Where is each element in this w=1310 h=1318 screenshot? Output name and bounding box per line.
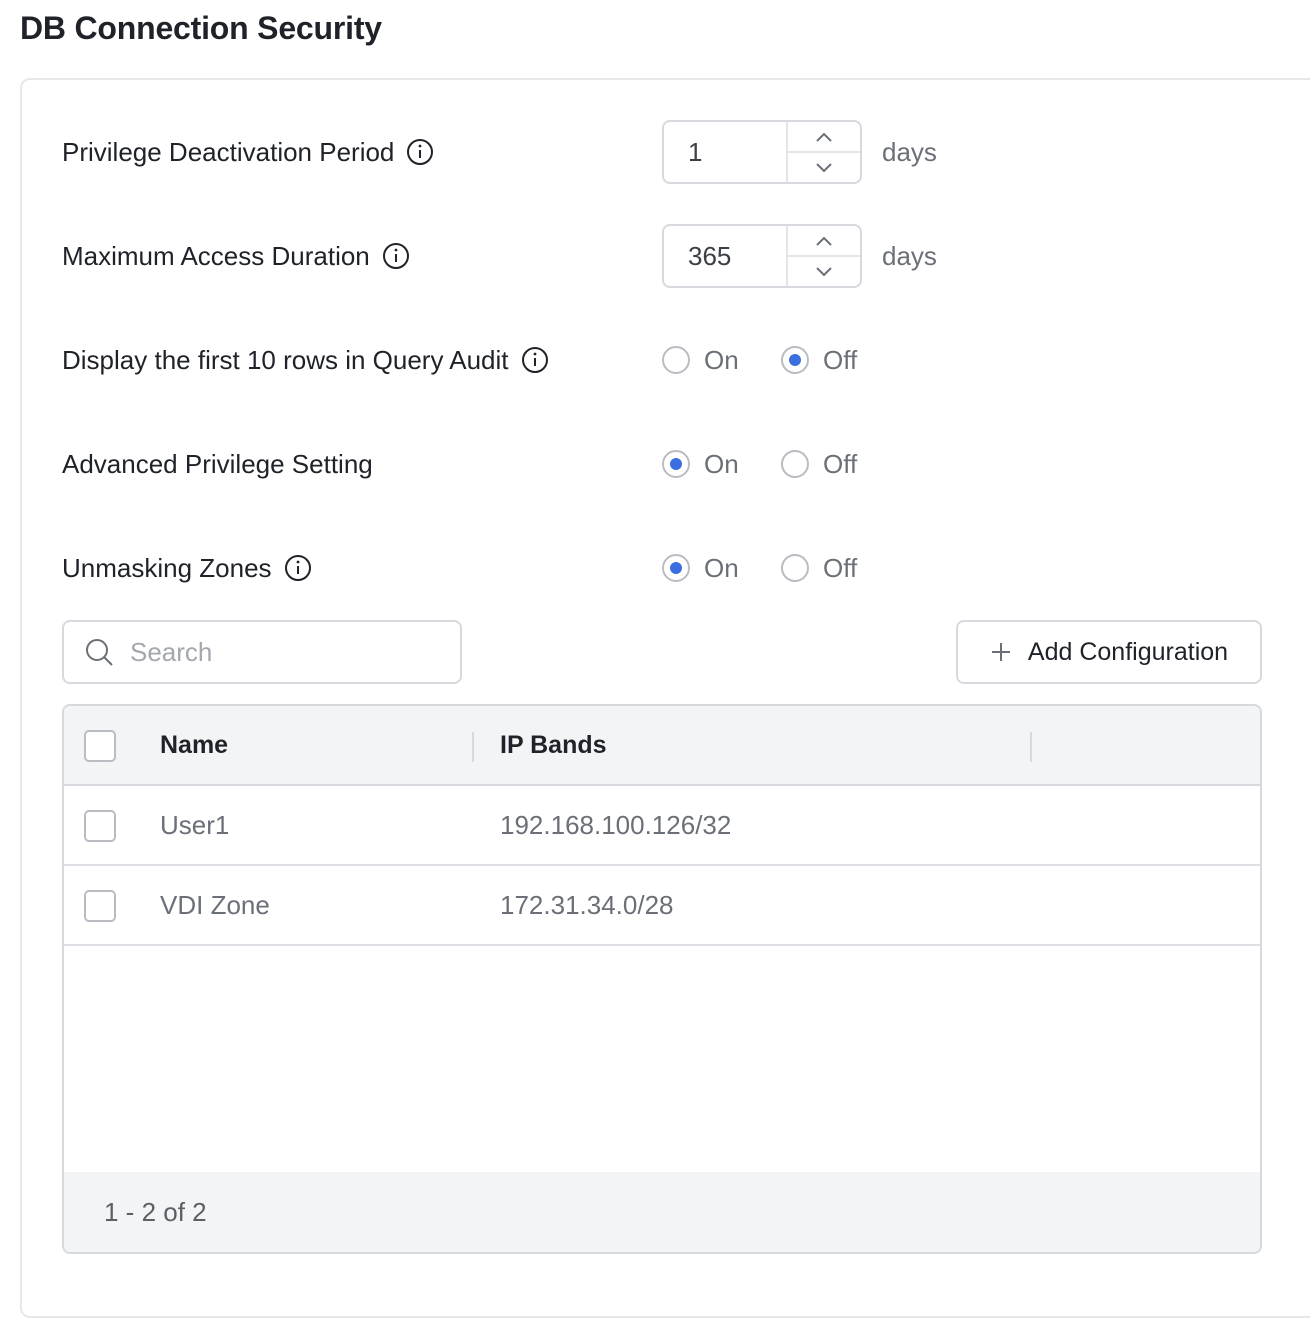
max-access-duration-row-label: Maximum Access Duration (62, 236, 410, 276)
page-title: DB Connection Security (20, 10, 382, 46)
query-audit-on-radio[interactable]: On (662, 342, 739, 378)
cell-name: VDI Zone (160, 889, 270, 920)
radio-label: On (704, 552, 739, 583)
unmasking-zones-row-label: Unmasking Zones (62, 548, 312, 588)
radio-circle[interactable] (662, 346, 690, 374)
search-box[interactable] (62, 620, 462, 684)
column-resize-handle[interactable] (1030, 732, 1032, 762)
radio-label: Off (823, 552, 858, 583)
column-header-name[interactable]: Name (160, 706, 228, 784)
info-icon[interactable] (521, 346, 549, 374)
row-checkbox[interactable] (84, 890, 116, 922)
privilege-deactivation-stepper[interactable]: 1 (662, 120, 862, 184)
radio-label: On (704, 448, 739, 479)
table-footer: 1 - 2 of 2 (64, 1172, 1260, 1252)
add-configuration-label: Add Configuration (1027, 637, 1229, 666)
advanced-privilege-row-label: Advanced Privilege Setting (62, 444, 373, 484)
privilege-deactivation-label: Privilege Deactivation Period (62, 136, 395, 167)
info-icon[interactable] (382, 242, 410, 270)
pagination-info: 1 - 2 of 2 (104, 1196, 207, 1227)
query-audit-label: Display the first 10 rows in Query Audit (62, 344, 509, 375)
advanced-privilege-off-radio[interactable]: Off (781, 446, 857, 482)
chevron-up-icon (816, 236, 832, 246)
unit-label: days (882, 136, 937, 167)
radio-label: Off (823, 448, 858, 479)
radio-label: On (704, 344, 739, 375)
plus-icon (991, 643, 1010, 661)
column-header-ip-bands[interactable]: IP Bands (500, 706, 607, 784)
increment-button[interactable] (788, 226, 860, 255)
table-header: Name IP Bands (64, 706, 1260, 786)
row-checkbox[interactable] (84, 810, 116, 842)
radio-label: Off (823, 344, 858, 375)
unmasking-zones-label: Unmasking Zones (62, 552, 272, 583)
table-row[interactable]: VDI Zone 172.31.34.0/28 (64, 866, 1260, 946)
privilege-deactivation-row-label: Privilege Deactivation Period (62, 132, 434, 172)
column-resize-handle[interactable] (472, 732, 474, 762)
table-row[interactable]: User1 192.168.100.126/32 (64, 786, 1260, 866)
info-icon[interactable] (284, 554, 312, 582)
query-audit-off-radio[interactable]: Off (781, 342, 857, 378)
radio-circle[interactable] (781, 554, 809, 582)
select-all-checkbox[interactable] (84, 730, 116, 762)
unmasking-zones-table: Name IP Bands User1 192.168.100.126/32 V… (62, 704, 1262, 1254)
info-icon[interactable] (406, 138, 434, 166)
radio-circle[interactable] (781, 450, 809, 478)
cell-ip-band: 192.168.100.126/32 (500, 809, 732, 840)
unmasking-zones-on-radio[interactable]: On (662, 550, 739, 586)
unmasking-zones-off-radio[interactable]: Off (781, 550, 857, 586)
max-access-duration-label: Maximum Access Duration (62, 240, 370, 271)
query-audit-row-label: Display the first 10 rows in Query Audit (62, 340, 549, 380)
chevron-down-icon (816, 162, 832, 172)
chevron-up-icon (816, 132, 832, 142)
advanced-privilege-on-radio[interactable]: On (662, 446, 739, 482)
cell-name: User1 (160, 809, 230, 840)
radio-circle[interactable] (662, 450, 690, 478)
chevron-down-icon (816, 266, 832, 276)
search-input[interactable] (128, 635, 432, 669)
unit-label: days (882, 240, 937, 271)
add-configuration-button[interactable]: Add Configuration (956, 620, 1262, 684)
decrement-button[interactable] (788, 255, 860, 286)
search-icon (86, 639, 113, 666)
cell-ip-band: 172.31.34.0/28 (500, 889, 674, 920)
decrement-button[interactable] (788, 151, 860, 182)
increment-button[interactable] (788, 122, 860, 151)
radio-circle[interactable] (781, 346, 809, 374)
advanced-privilege-label: Advanced Privilege Setting (62, 448, 373, 479)
privilege-deactivation-value[interactable]: 1 (664, 122, 786, 182)
max-access-duration-value[interactable]: 365 (664, 226, 786, 286)
max-access-duration-stepper[interactable]: 365 (662, 224, 862, 288)
radio-circle[interactable] (662, 554, 690, 582)
